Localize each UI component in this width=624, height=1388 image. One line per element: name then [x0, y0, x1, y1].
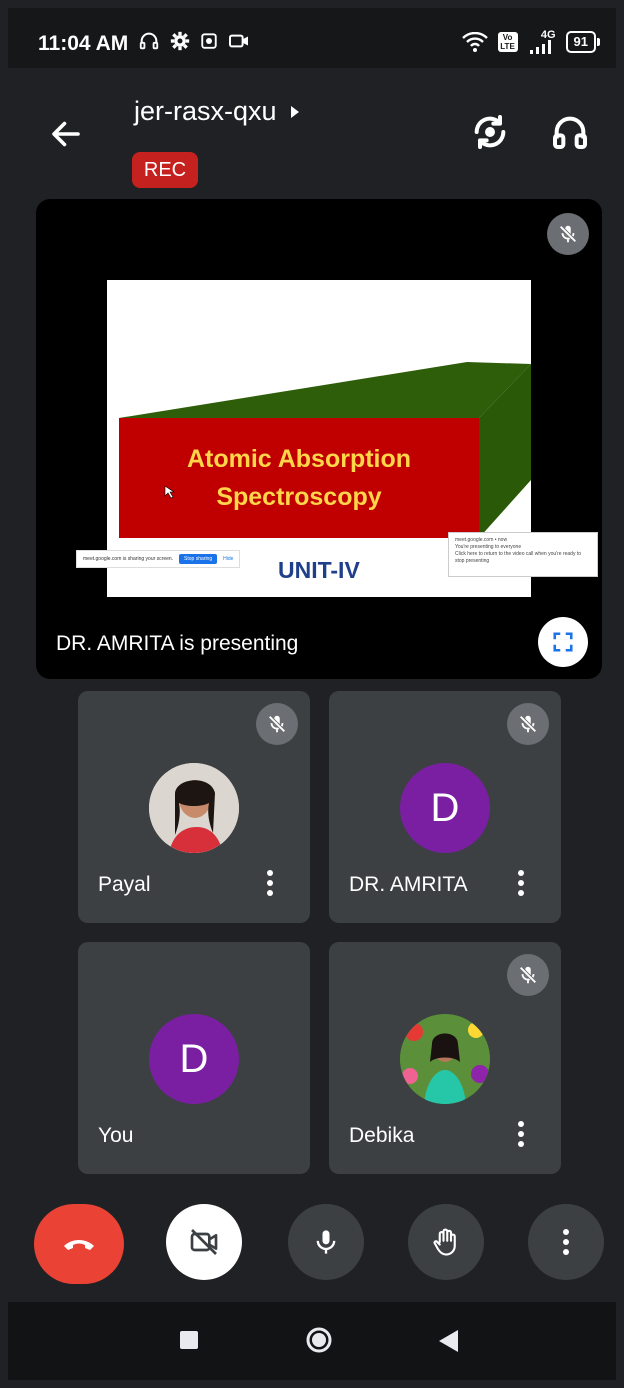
slide-title-line-1: Atomic Absorption: [186, 445, 412, 473]
popup-source: meet.google.com • now: [455, 537, 508, 543]
battery-icon: 91: [565, 31, 601, 53]
settings-icon: [170, 31, 190, 51]
volte-icon: Vo LTE: [497, 32, 518, 52]
participant-tile-you[interactable]: D You: [78, 942, 310, 1174]
presenting-notification: meet.google.com • now You're presenting …: [448, 532, 598, 577]
microphone-icon: [316, 1230, 336, 1254]
fullscreen-button[interactable]: [538, 617, 588, 667]
signal-icon: 4G: [528, 30, 556, 54]
call-controls: [8, 1204, 616, 1284]
mic-off-indicator: [507, 954, 549, 996]
hide-button: Hide: [223, 556, 234, 562]
meeting-info-button[interactable]: jer-rasx-qxu: [134, 96, 301, 127]
slide-title: Atomic Absorption Spectroscopy: [119, 440, 479, 516]
camera-off-icon: [190, 1229, 218, 1255]
participant-menu-button[interactable]: [258, 863, 282, 903]
mic-off-icon: [519, 715, 537, 733]
back-arrow-icon[interactable]: [48, 116, 84, 152]
participant-menu-button[interactable]: [509, 1114, 533, 1154]
end-call-button[interactable]: [34, 1204, 124, 1284]
stop-sharing-button: Stop sharing: [179, 554, 218, 564]
popup-body: Click here to return to the video call w…: [455, 551, 582, 564]
slide-subtitle: UNIT-IV: [278, 557, 360, 583]
avatar-initial: D: [149, 1014, 239, 1104]
status-bar: 11:04 AM Vo LTE 4G 91: [8, 8, 616, 68]
screen-share-bar: meet.google.com is sharing your screen. …: [76, 550, 240, 568]
more-options-button[interactable]: [528, 1204, 604, 1280]
popup-heading: You're presenting to everyone: [455, 544, 522, 550]
headset-icon: [139, 32, 159, 50]
wifi-icon: [461, 32, 488, 52]
mic-off-indicator: [547, 213, 589, 255]
status-icons-left: [138, 30, 250, 52]
status-icons-right: Vo LTE 4G 91: [461, 30, 601, 54]
avatar-image: [149, 763, 239, 853]
mic-off-icon: [519, 966, 537, 984]
presenter-caption: DR. AMRITA is presenting: [56, 632, 299, 655]
recents-icon[interactable]: [180, 1331, 198, 1349]
camera-toggle-button[interactable]: [166, 1204, 242, 1280]
chevron-right-icon: [290, 105, 299, 118]
screenshot-icon: [201, 33, 217, 49]
end-call-icon: [64, 1240, 94, 1250]
slide-title-line-2: Spectroscopy: [216, 483, 382, 511]
video-record-icon: [229, 34, 248, 48]
avatar-initial: D: [400, 763, 490, 853]
home-icon[interactable]: [305, 1326, 333, 1354]
meeting-code: jer-rasx-qxu: [134, 96, 277, 126]
participant-tile-payal[interactable]: Payal: [78, 691, 310, 923]
participant-tile-dr-amrita[interactable]: D DR. AMRITA: [329, 691, 561, 923]
presentation-tile[interactable]: Atomic Absorption Spectroscopy UNIT-IV m…: [36, 199, 602, 679]
raise-hand-button[interactable]: [408, 1204, 484, 1280]
more-options-icon: [563, 1229, 569, 1255]
more-options-icon: [518, 870, 524, 876]
system-nav-bar: [8, 1302, 616, 1380]
participant-menu-button[interactable]: [509, 863, 533, 903]
more-options-icon: [267, 870, 273, 876]
fullscreen-icon: [553, 632, 573, 652]
avatar-photo: [400, 1014, 490, 1104]
avatar-photo: [149, 763, 239, 853]
meet-call-screen: 11:04 AM Vo LTE 4G 91 jer-rasx-qxu REC A…: [8, 8, 616, 1380]
share-bar-text: meet.google.com is sharing your screen.: [83, 556, 174, 562]
participant-name: DR. AMRITA: [349, 873, 468, 896]
mic-off-indicator: [256, 703, 298, 745]
raise-hand-icon: [433, 1228, 456, 1256]
recording-badge: REC: [132, 152, 198, 188]
network-type: 4G: [540, 29, 556, 41]
mic-off-indicator: [507, 703, 549, 745]
mic-off-icon: [268, 715, 286, 733]
participant-name: You: [98, 1124, 134, 1147]
microphone-button[interactable]: [288, 1204, 364, 1280]
audio-output-icon[interactable]: [550, 112, 590, 152]
avatar-image: [400, 1014, 490, 1104]
participant-name: Payal: [98, 873, 151, 896]
mic-off-icon: [559, 225, 577, 243]
participant-tile-debika[interactable]: Debika: [329, 942, 561, 1174]
more-options-icon: [518, 1121, 524, 1127]
back-icon[interactable]: [436, 1328, 460, 1354]
status-time: 11:04 AM: [38, 32, 129, 55]
switch-camera-icon[interactable]: [470, 112, 510, 152]
participant-name: Debika: [349, 1124, 415, 1147]
